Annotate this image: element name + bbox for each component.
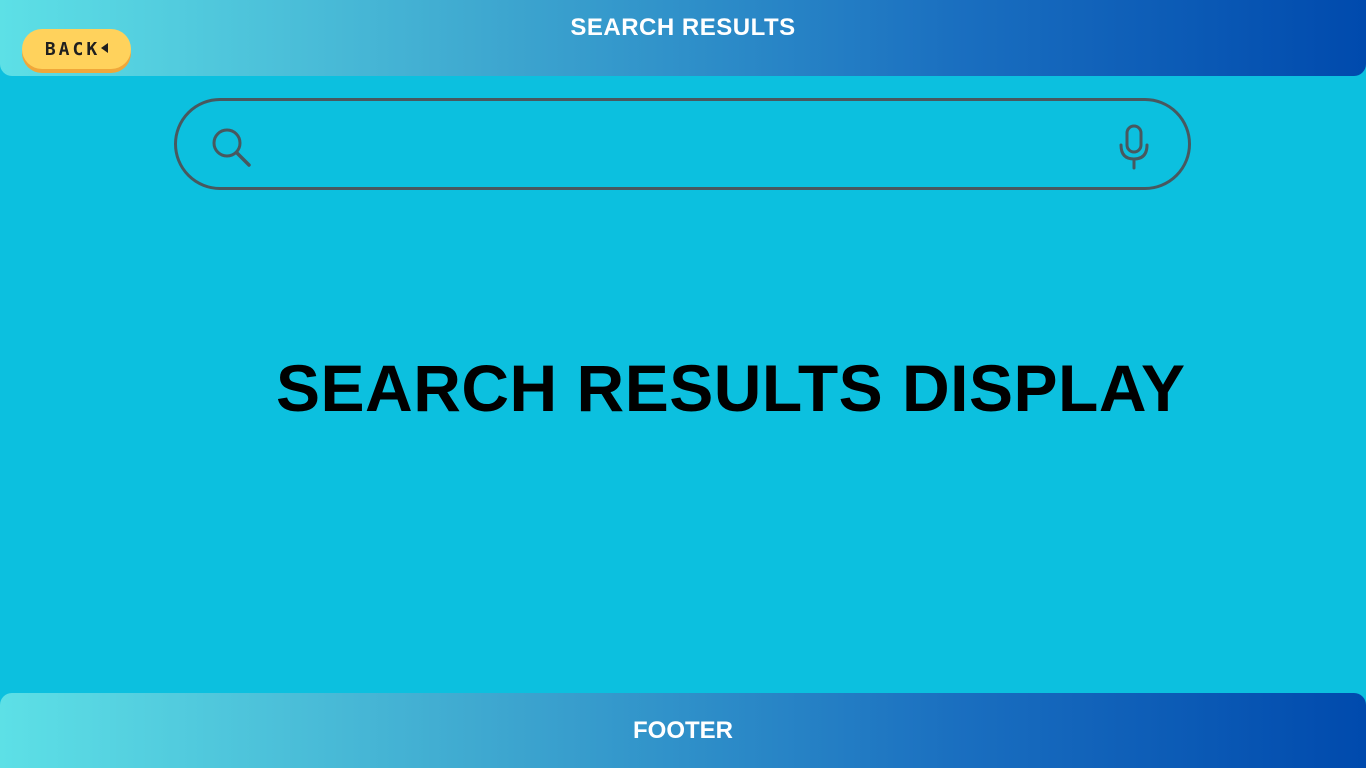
footer-bar: FOOTER [0, 693, 1366, 768]
footer-label: FOOTER [633, 717, 733, 744]
page: SEARCH RESULTS BACK SEARCH RESULTS DISPL… [0, 0, 1366, 768]
search-bar[interactable] [174, 98, 1191, 190]
caret-left-icon [101, 43, 109, 53]
back-button-label: BACK [44, 38, 101, 60]
microphone-icon[interactable] [1114, 123, 1154, 171]
page-title: SEARCH RESULTS [570, 14, 796, 41]
search-input[interactable] [267, 121, 1091, 169]
results-heading: SEARCH RESULTS DISPLAY [276, 351, 1186, 425]
header-bar: SEARCH RESULTS BACK [0, 0, 1366, 76]
search-icon[interactable] [209, 125, 253, 169]
back-button[interactable]: BACK [22, 29, 131, 69]
